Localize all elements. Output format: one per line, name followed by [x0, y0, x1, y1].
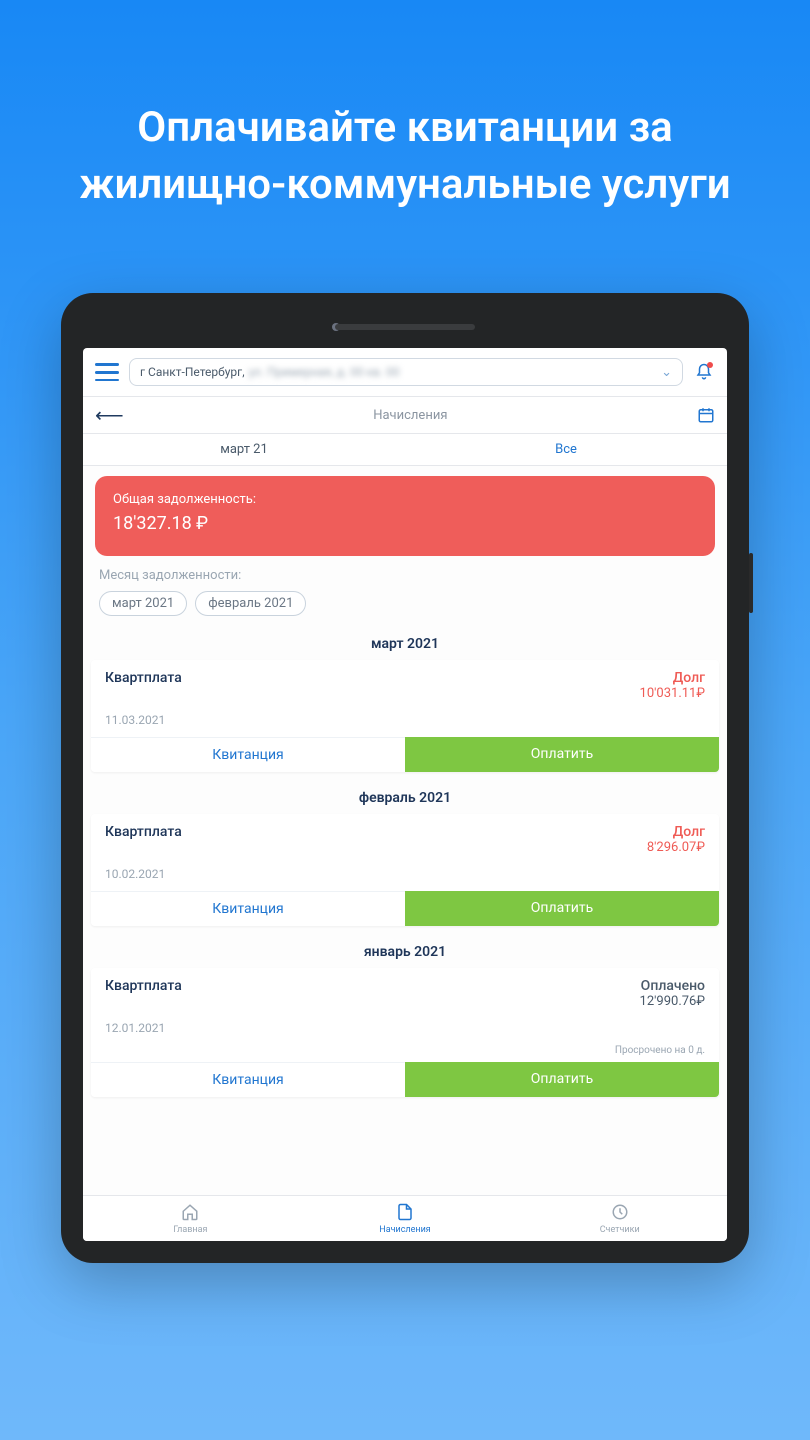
- invoice-amount: 12'990.76₽: [640, 994, 705, 1009]
- nav-label: Начисления: [379, 1225, 430, 1235]
- section-header: февраль 2021: [83, 780, 727, 814]
- tablet-speaker: [335, 324, 475, 330]
- chip-month-1[interactable]: март 2021: [99, 591, 187, 616]
- debt-label: Общая задолженность:: [113, 492, 697, 507]
- back-icon[interactable]: ⟵: [95, 403, 124, 427]
- body-scroll[interactable]: Общая задолженность: 18'327.18 ₽ Месяц з…: [83, 466, 727, 1195]
- filter-all[interactable]: Все: [405, 434, 727, 465]
- invoice-date: 12.01.2021: [91, 1011, 719, 1045]
- invoice-status: Оплачено: [640, 978, 705, 994]
- receipt-button[interactable]: Квитанция: [91, 737, 405, 772]
- bottom-nav: Главная Начисления Счетчики: [83, 1195, 727, 1241]
- receipt-icon: [396, 1203, 414, 1224]
- meter-icon: [611, 1203, 629, 1224]
- calendar-icon[interactable]: [697, 406, 715, 424]
- month-chips: март 2021 февраль 2021: [83, 589, 727, 626]
- section-header: март 2021: [83, 626, 727, 660]
- invoice-date: 11.03.2021: [91, 703, 719, 737]
- address-redacted: ул. Примерная, д. 00 кв. 00: [249, 365, 400, 379]
- invoice-amount: 8'296.07₽: [647, 840, 705, 855]
- invoice-name: Квартплата: [105, 978, 182, 994]
- nav-meters[interactable]: Счетчики: [512, 1196, 727, 1241]
- debt-amount: 18'327.18 ₽: [113, 513, 697, 534]
- invoice-card: Квартплата Долг 8'296.07₽ 10.02.2021 Кви…: [91, 814, 719, 926]
- invoice-name: Квартплата: [105, 670, 182, 686]
- invoice-card: Квартплата Долг 10'031.11₽ 11.03.2021 Кв…: [91, 660, 719, 772]
- invoice-date: 10.02.2021: [91, 857, 719, 891]
- invoice-name: Квартплата: [105, 824, 182, 840]
- tablet-side-button: [749, 553, 753, 613]
- filter-row: март 21 Все: [83, 434, 727, 466]
- subheader-title: Начисления: [124, 408, 697, 423]
- chevron-down-icon: ⌄: [661, 365, 672, 380]
- app-screen: г Санкт-Петербург, ул. Примерная, д. 00 …: [83, 348, 727, 1241]
- nav-label: Счетчики: [600, 1225, 640, 1235]
- nav-home[interactable]: Главная: [83, 1196, 298, 1241]
- top-bar: г Санкт-Петербург, ул. Примерная, д. 00 …: [83, 348, 727, 397]
- invoice-status: Долг: [647, 824, 705, 840]
- pay-button[interactable]: Оплатить: [405, 737, 719, 772]
- tablet-device-frame: г Санкт-Петербург, ул. Примерная, д. 00 …: [61, 293, 749, 1263]
- page-heading: Оплачивайте квитанции за жилищно-коммуна…: [0, 100, 810, 213]
- address-selector[interactable]: г Санкт-Петербург, ул. Примерная, д. 00 …: [129, 358, 683, 386]
- invoice-amount: 10'031.11₽: [640, 686, 705, 701]
- menu-icon[interactable]: [95, 363, 119, 381]
- pay-button[interactable]: Оплатить: [405, 1062, 719, 1097]
- nav-label: Главная: [173, 1225, 207, 1235]
- address-prefix: г Санкт-Петербург,: [140, 365, 245, 379]
- invoice-card: Квартплата Оплачено 12'990.76₽ 12.01.202…: [91, 968, 719, 1097]
- pay-button[interactable]: Оплатить: [405, 891, 719, 926]
- receipt-button[interactable]: Квитанция: [91, 891, 405, 926]
- filter-current-month[interactable]: март 21: [83, 434, 405, 465]
- receipt-button[interactable]: Квитанция: [91, 1062, 405, 1097]
- notifications-icon[interactable]: [693, 361, 715, 383]
- nav-charges[interactable]: Начисления: [298, 1196, 513, 1241]
- home-icon: [181, 1203, 199, 1224]
- sub-header: ⟵ Начисления: [83, 397, 727, 434]
- invoice-overdue-note: Просрочено на 0 д.: [91, 1045, 719, 1062]
- section-header: январь 2021: [83, 934, 727, 968]
- debt-banner: Общая задолженность: 18'327.18 ₽: [95, 476, 715, 556]
- month-of-debt-label: Месяц задолженности:: [83, 566, 727, 589]
- invoice-status: Долг: [640, 670, 705, 686]
- chip-month-2[interactable]: февраль 2021: [195, 591, 306, 616]
